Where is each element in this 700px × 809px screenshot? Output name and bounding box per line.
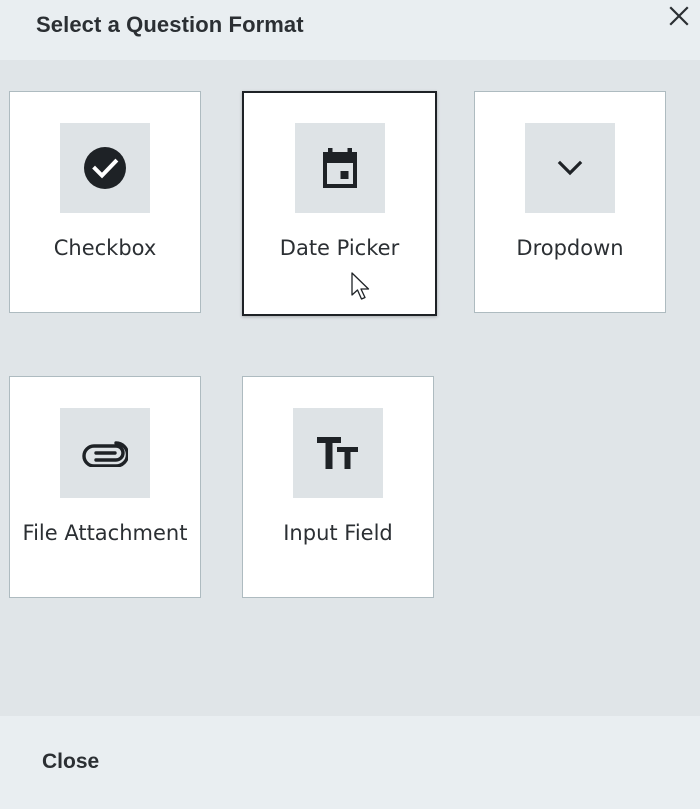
format-card-file-attachment[interactable]: File Attachment — [9, 376, 201, 598]
format-card-date-picker[interactable]: Date Picker — [242, 91, 437, 316]
paperclip-icon — [82, 441, 128, 467]
dialog-footer: Close — [0, 716, 700, 809]
icon-tile — [294, 123, 385, 213]
chevron-down-icon — [557, 160, 583, 176]
icon-tile — [293, 408, 383, 498]
calendar-icon — [322, 148, 357, 188]
format-label: Input Field — [283, 521, 393, 545]
format-label: Checkbox — [53, 236, 157, 260]
format-label: File Attachment — [22, 521, 188, 545]
icon-tile — [60, 123, 150, 213]
close-button[interactable]: Close — [42, 750, 99, 774]
format-card-input-field[interactable]: Input Field — [242, 376, 434, 598]
close-icon[interactable] — [666, 3, 692, 29]
dialog-header: Select a Question Format — [0, 0, 700, 60]
format-card-dropdown[interactable]: Dropdown — [474, 91, 666, 313]
text-size-icon — [317, 437, 358, 469]
check-circle-icon — [84, 147, 126, 189]
icon-tile — [60, 408, 150, 498]
format-label: Dropdown — [516, 236, 624, 260]
question-format-dialog: Select a Question Format Checkbox Date P… — [0, 0, 700, 809]
format-grid: Checkbox Date Picker Dropdown File Attac… — [0, 60, 700, 716]
format-label: Date Picker — [279, 236, 400, 260]
icon-tile — [525, 123, 615, 213]
dialog-title: Select a Question Format — [36, 12, 304, 37]
format-card-checkbox[interactable]: Checkbox — [9, 91, 201, 313]
